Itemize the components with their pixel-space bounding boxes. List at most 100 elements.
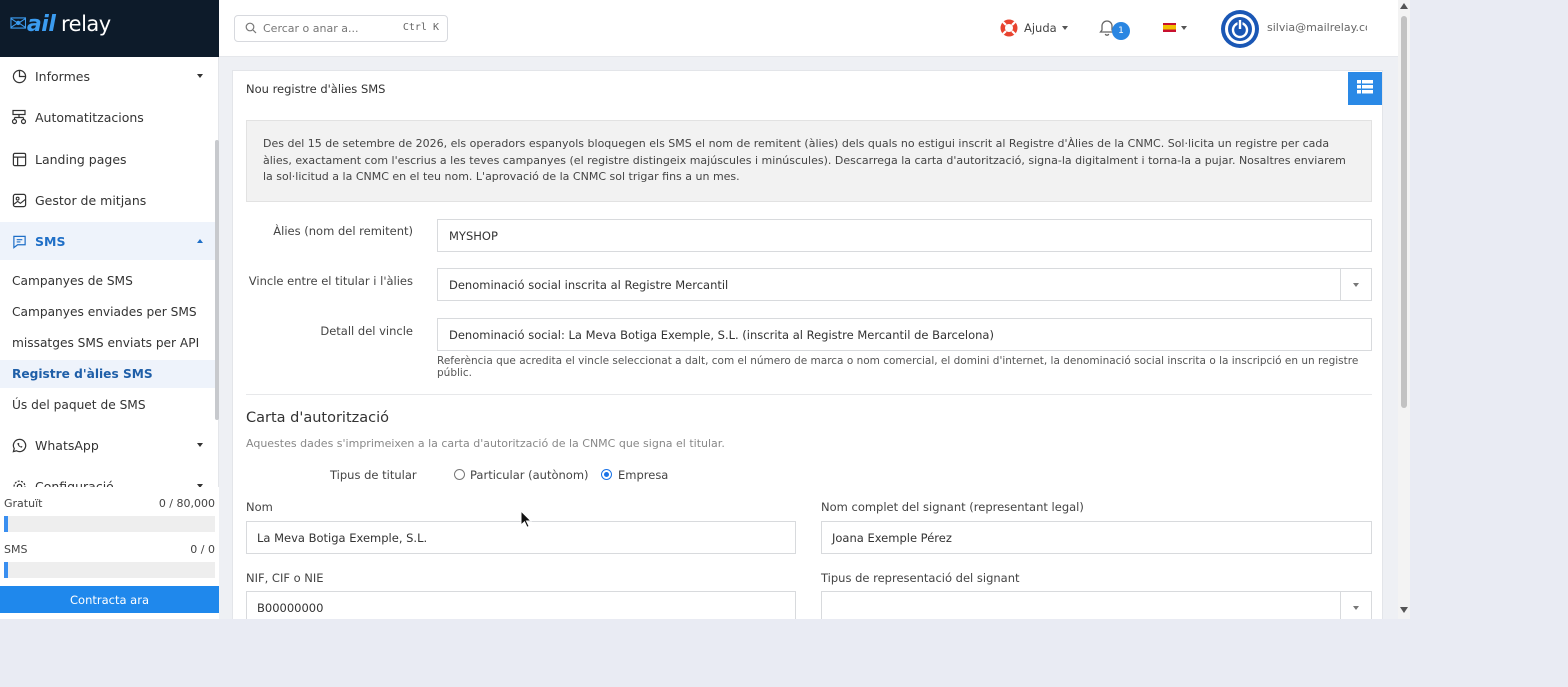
- signer-label: Nom complet del signant (representant le…: [821, 500, 1084, 514]
- chevron-down-icon: [1353, 283, 1359, 287]
- list-icon: [1357, 80, 1373, 94]
- sidebar-item-configuracio[interactable]: Configuració: [0, 467, 215, 487]
- pie-chart-icon: [11, 68, 27, 84]
- scroll-down-arrow[interactable]: [1400, 607, 1408, 613]
- contracta-button[interactable]: Contracta ara: [0, 586, 219, 613]
- name-label: Nom: [246, 500, 273, 514]
- chevron-down-icon: [1061, 26, 1068, 30]
- sidebar-scrollbar[interactable]: [215, 140, 219, 420]
- usage-sms-value: 0 / 0: [190, 543, 215, 556]
- scroll-up-arrow[interactable]: [1400, 3, 1408, 9]
- alias-registration-card: Nou registre d'àlies SMS Des del 15 de s…: [232, 70, 1383, 619]
- help-label: Ajuda: [1024, 21, 1057, 35]
- usage-free-bar: [4, 516, 215, 532]
- sidebar-nav: Informes Automatitzacions Landing pages: [0, 57, 215, 487]
- sidebar-item-automatitzacions[interactable]: Automatitzacions: [0, 98, 215, 136]
- chevron-down-icon: [1181, 25, 1187, 30]
- section-subtitle: Aquestes dades s'imprimeixen a la carta …: [246, 437, 725, 450]
- search-placeholder: Cercar o anar a...: [263, 22, 359, 35]
- chevron-down-icon: [197, 74, 203, 78]
- app-window: ✉ail relay Informes Automatitzacions Lan…: [0, 0, 1410, 619]
- sidebar-item-whatsapp[interactable]: WhatsApp: [0, 426, 215, 464]
- usage-free-value: 0 / 80,000: [158, 497, 215, 510]
- sidebar-item-label: Landing pages: [35, 151, 127, 167]
- sidebar-item-label: Gestor de mitjans: [35, 192, 147, 208]
- sidebar-item-sms[interactable]: SMS: [0, 222, 215, 260]
- search-shortcut: Ctrl K: [402, 22, 439, 33]
- radio-empresa[interactable]: [601, 469, 612, 480]
- nif-input[interactable]: B00000000: [246, 591, 796, 619]
- sidebar: ✉ail relay Informes Automatitzacions Lan…: [0, 0, 219, 619]
- radio-particular[interactable]: [454, 469, 465, 480]
- sidebar-subitem-registre-alies[interactable]: Registre d'àlies SMS: [0, 360, 215, 388]
- sidebar-item-gestor-de-mitjans[interactable]: Gestor de mitjans: [0, 181, 215, 219]
- language-menu[interactable]: [1163, 23, 1187, 32]
- detail-help-text: Referència que acredita el vincle selecc…: [437, 355, 1359, 379]
- link-select-value: Denominació social inscrita al Registre …: [449, 277, 729, 292]
- sidebar-item-label: WhatsApp: [35, 437, 99, 453]
- section-divider: [246, 394, 1372, 395]
- sidebar-subitem-missatges-api[interactable]: missatges SMS enviats per API: [0, 329, 215, 357]
- usage-sms-row: SMS 0 / 0: [4, 543, 215, 556]
- workflow-icon: [11, 109, 27, 125]
- user-email[interactable]: silvia@mailrelay.com: [1267, 21, 1367, 34]
- avatar[interactable]: [1221, 10, 1259, 48]
- rep-type-label: Tipus de representació del signant: [821, 571, 1020, 585]
- sidebar-item-label: Configuració: [35, 478, 114, 488]
- info-notice: Des del 15 de setembre de 2026, els oper…: [246, 120, 1372, 202]
- lifebuoy-icon: [1000, 19, 1018, 37]
- section-title: Carta d'autorització: [246, 410, 390, 426]
- usage-free-bar-fill: [4, 516, 9, 532]
- notification-badge: 1: [1112, 22, 1130, 40]
- usage-free-label: Gratuït: [4, 497, 43, 510]
- gear-icon: [11, 478, 27, 487]
- sidebar-item-landing-pages[interactable]: Landing pages: [0, 140, 215, 178]
- scroll-thumb[interactable]: [1401, 16, 1407, 408]
- power-icon: [1225, 14, 1255, 44]
- logo-wordmark: relay: [61, 12, 111, 36]
- link-select[interactable]: Denominació social inscrita al Registre …: [437, 268, 1372, 301]
- rep-type-select[interactable]: [821, 591, 1372, 619]
- card-title: Nou registre d'àlies SMS: [246, 82, 386, 96]
- usage-sms-bar: [4, 562, 215, 578]
- holder-type-label: Tipus de titular: [330, 468, 417, 482]
- nif-label: NIF, CIF o NIE: [246, 571, 324, 585]
- flag-icon: [1163, 23, 1176, 32]
- link-label: Vincle entre el titular i l'àlies: [248, 274, 413, 288]
- sidebar-item-label: Informes: [35, 68, 90, 84]
- sidebar-subitem-campanyes-sms[interactable]: Campanyes de SMS: [0, 267, 215, 295]
- sidebar-item-label: Automatitzacions: [35, 109, 144, 125]
- layout-icon: [11, 151, 27, 167]
- usage-sms-bar-fill: [4, 562, 9, 578]
- sidebar-subitem-campanyes-enviades[interactable]: Campanyes enviades per SMS: [0, 298, 215, 326]
- help-menu[interactable]: Ajuda: [999, 18, 1068, 38]
- usage-panel: Gratuït 0 / 80,000 SMS 0 / 0 Contracta a…: [0, 487, 219, 619]
- signer-input[interactable]: Joana Exemple Pérez: [821, 521, 1372, 554]
- chevron-up-icon: [197, 239, 203, 243]
- usage-free-row: Gratuït 0 / 80,000: [4, 497, 215, 510]
- alias-input[interactable]: MYSHOP: [437, 219, 1372, 252]
- sidebar-item-informes[interactable]: Informes: [0, 57, 215, 95]
- sidebar-item-label: SMS: [35, 233, 66, 249]
- select-toggle[interactable]: [1340, 592, 1371, 619]
- radio-empresa-label[interactable]: Empresa: [618, 468, 668, 482]
- detail-label: Detall del vincle: [320, 324, 413, 338]
- image-icon: [11, 192, 27, 208]
- logo-mark: ✉ail: [9, 12, 56, 37]
- search-input[interactable]: Cercar o anar a... Ctrl K: [234, 15, 448, 42]
- list-view-button[interactable]: [1348, 72, 1382, 105]
- whatsapp-icon: [11, 437, 27, 453]
- select-toggle[interactable]: [1340, 269, 1371, 300]
- detail-input[interactable]: Denominació social: La Meva Botiga Exemp…: [437, 318, 1372, 351]
- topbar: Cercar o anar a... Ctrl K Ajuda 1 silvia…: [219, 0, 1398, 57]
- page-scrollbar[interactable]: [1398, 0, 1410, 619]
- message-icon: [11, 233, 27, 249]
- mouse-cursor-icon: [520, 510, 532, 528]
- alias-label: Àlies (nom del remitent): [273, 224, 413, 238]
- sidebar-subitem-us-paquet[interactable]: Ús del paquet de SMS: [0, 391, 215, 419]
- usage-sms-label: SMS: [4, 543, 28, 556]
- mailrelay-logo[interactable]: ✉ail relay: [0, 0, 219, 57]
- search-icon: [245, 22, 257, 34]
- chevron-down-icon: [197, 443, 203, 447]
- radio-particular-label[interactable]: Particular (autònom): [470, 468, 589, 482]
